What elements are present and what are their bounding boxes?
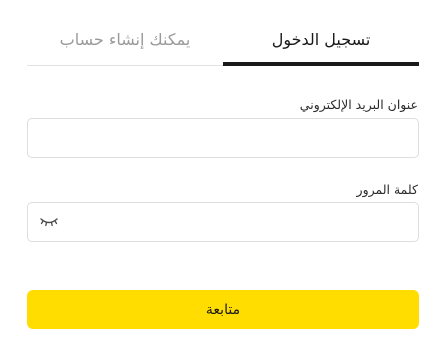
password-field[interactable] (27, 202, 419, 242)
tab-login-label: تسجيل الدخول (271, 30, 371, 49)
email-label: عنوان البريد الإلكتروني (299, 97, 418, 112)
email-field[interactable] (27, 118, 419, 158)
auth-tabs: تسجيل الدخول يمكنك إنشاء حساب (27, 14, 419, 66)
tab-login[interactable]: تسجيل الدخول (223, 14, 419, 66)
login-page: تسجيل الدخول يمكنك إنشاء حساب عنوان البر… (0, 0, 436, 340)
eye-closed-icon[interactable] (38, 214, 60, 230)
tab-signup-label: يمكنك إنشاء حساب (59, 30, 191, 49)
password-label: كلمة المرور (356, 182, 418, 197)
continue-button-label: متابعة (205, 301, 241, 318)
continue-button[interactable]: متابعة (27, 290, 419, 329)
tab-signup[interactable]: يمكنك إنشاء حساب (27, 14, 223, 66)
